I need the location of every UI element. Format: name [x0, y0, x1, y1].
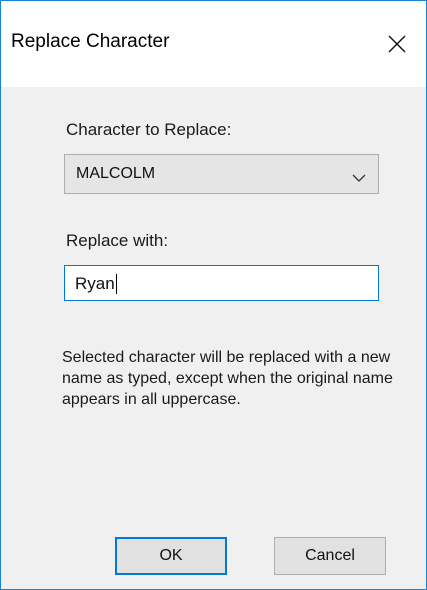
close-button[interactable]: [368, 1, 426, 87]
character-to-replace-label: Character to Replace:: [66, 120, 232, 139]
replace-with-label: Replace with:: [66, 231, 169, 250]
replace-with-input[interactable]: Ryan: [64, 265, 379, 301]
replace-with-value: Ryan: [75, 274, 115, 293]
title-bar: Replace Character: [1, 1, 426, 87]
ok-button[interactable]: OK: [115, 537, 227, 575]
chevron-down-icon: [352, 170, 366, 188]
close-icon: [388, 35, 406, 53]
character-dropdown-value: MALCOLM: [76, 165, 156, 182]
replace-character-dialog: Replace Character Character to Replace: …: [0, 0, 427, 590]
description-text: Selected character will be replaced with…: [62, 349, 393, 408]
character-dropdown[interactable]: MALCOLM: [64, 154, 379, 194]
text-caret: [115, 274, 117, 294]
dialog-body: Character to Replace: MALCOLM Replace wi…: [1, 87, 426, 589]
dialog-title: Replace Character: [11, 31, 170, 52]
cancel-button[interactable]: Cancel: [274, 537, 386, 575]
